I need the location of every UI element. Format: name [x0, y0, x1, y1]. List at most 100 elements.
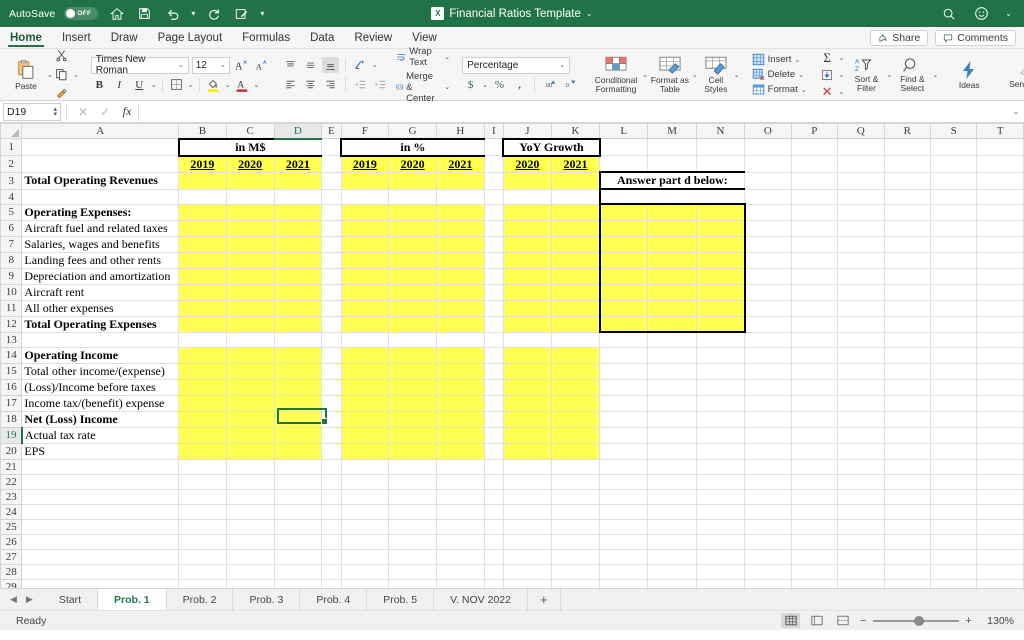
- cell-M9-answer-area[interactable]: [647, 267, 697, 285]
- cell-R5[interactable]: [883, 203, 932, 221]
- cell-M2[interactable]: [647, 155, 697, 173]
- cell-L26[interactable]: [599, 533, 649, 550]
- cell-D14[interactable]: [273, 346, 323, 364]
- formula-bar-expand-icon[interactable]: ⌄: [1008, 107, 1024, 116]
- row-header-11[interactable]: 11: [0, 299, 23, 317]
- cell-I20[interactable]: [483, 442, 504, 460]
- cell-Q14[interactable]: [837, 346, 885, 364]
- cell-L12-answer-area[interactable]: [598, 315, 649, 333]
- cell-M5-answer-area[interactable]: [647, 203, 697, 221]
- row-header-14[interactable]: 14: [0, 346, 23, 364]
- save-icon[interactable]: [135, 4, 154, 23]
- page-layout-icon[interactable]: [807, 613, 826, 628]
- cell-S8[interactable]: [930, 251, 978, 269]
- cell-E2[interactable]: [321, 155, 342, 173]
- shrink-font-button[interactable]: A: [253, 57, 270, 73]
- cell-H29[interactable]: [436, 578, 485, 588]
- cell-C12[interactable]: [225, 315, 275, 333]
- zoom-slider[interactable]: − +: [859, 615, 973, 627]
- cell-C13[interactable]: [225, 331, 275, 348]
- cell-C17[interactable]: [225, 394, 275, 412]
- cell-J2-year[interactable]: 2020: [502, 155, 552, 173]
- cell-L20[interactable]: [599, 442, 649, 460]
- undo-chevron-down-icon[interactable]: ▾: [191, 9, 195, 18]
- row-header-13[interactable]: 13: [0, 331, 23, 348]
- cell-E25[interactable]: [321, 518, 342, 535]
- font-size-select[interactable]: 12 ⌄: [191, 56, 230, 74]
- row-header-21[interactable]: 21: [0, 458, 23, 475]
- cell-G19[interactable]: [388, 426, 437, 444]
- zoom-level-label[interactable]: 130%: [980, 615, 1014, 627]
- cell-Q29[interactable]: [837, 578, 885, 588]
- cell-J25[interactable]: [502, 518, 552, 535]
- cell-C2-year[interactable]: 2020: [225, 155, 275, 173]
- cell-S19[interactable]: [930, 426, 978, 444]
- cell-A14-label[interactable]: Operating Income: [21, 346, 180, 364]
- cell-G8[interactable]: [388, 251, 437, 269]
- cell-F2-year[interactable]: 2019: [340, 155, 390, 173]
- cell-J6[interactable]: [502, 219, 552, 237]
- delete-cells-button[interactable]: Delete ⌄: [752, 68, 807, 81]
- cell-B12[interactable]: [178, 315, 227, 333]
- cell-T27[interactable]: [976, 548, 1024, 565]
- cell-J28[interactable]: [502, 563, 552, 580]
- cell-S6[interactable]: [930, 219, 978, 237]
- increase-decimal-icon[interactable]: .00: [541, 77, 558, 93]
- cell-F1-header-in-pct[interactable]: in %: [339, 137, 485, 157]
- cell-S3[interactable]: [930, 171, 978, 190]
- cell-A22[interactable]: [21, 473, 180, 490]
- cell-G26[interactable]: [388, 533, 437, 550]
- cell-F23[interactable]: [340, 488, 390, 505]
- cell-J27[interactable]: [502, 548, 552, 565]
- cell-L11-answer-area[interactable]: [598, 299, 649, 317]
- cell-N5-answer-area[interactable]: [695, 203, 746, 221]
- underline-button[interactable]: U: [131, 77, 148, 93]
- cell-H7[interactable]: [436, 235, 485, 253]
- cell-K28[interactable]: [550, 563, 601, 580]
- cell-N6-answer-area[interactable]: [695, 219, 746, 237]
- title-chevron-down-icon[interactable]: ⌄: [586, 9, 593, 18]
- cell-J8[interactable]: [502, 251, 552, 269]
- cell-I6[interactable]: [483, 219, 504, 237]
- row-header-4[interactable]: 4: [0, 188, 23, 205]
- cell-L16[interactable]: [599, 378, 649, 396]
- cell-R21[interactable]: [883, 458, 932, 475]
- cell-P17[interactable]: [790, 394, 839, 412]
- cell-D17[interactable]: [273, 394, 323, 412]
- cell-J5[interactable]: [502, 203, 552, 221]
- cell-F15[interactable]: [340, 362, 390, 380]
- cell-Q5[interactable]: [837, 203, 885, 221]
- column-header-A[interactable]: A: [21, 123, 180, 139]
- cell-D13[interactable]: [273, 331, 323, 348]
- cell-N21[interactable]: [695, 458, 746, 475]
- increase-indent-icon[interactable]: [372, 76, 389, 92]
- cell-G3[interactable]: [388, 171, 437, 190]
- cell-C6[interactable]: [225, 219, 275, 237]
- cell-C3[interactable]: [225, 171, 275, 190]
- cell-J22[interactable]: [502, 473, 552, 490]
- cell-I12[interactable]: [483, 315, 504, 333]
- cell-Q2[interactable]: [837, 155, 885, 173]
- cell-Q6[interactable]: [837, 219, 885, 237]
- cell-D7[interactable]: [273, 235, 323, 253]
- cell-T9[interactable]: [976, 267, 1024, 285]
- cell-L18[interactable]: [599, 410, 649, 428]
- cell-Q24[interactable]: [837, 503, 885, 520]
- cell-B6[interactable]: [178, 219, 227, 237]
- cell-C21[interactable]: [225, 458, 275, 475]
- cell-S4[interactable]: [930, 188, 978, 205]
- cell-B16[interactable]: [178, 378, 227, 396]
- formula-input[interactable]: [138, 102, 1008, 121]
- cell-M18[interactable]: [647, 410, 697, 428]
- cell-L24[interactable]: [599, 503, 649, 520]
- cell-K11[interactable]: [550, 299, 601, 317]
- cell-Q27[interactable]: [837, 548, 885, 565]
- cell-R29[interactable]: [883, 578, 932, 588]
- cell-I21[interactable]: [483, 458, 504, 475]
- cell-T29[interactable]: [976, 578, 1024, 588]
- cell-H24[interactable]: [436, 503, 485, 520]
- cell-I11[interactable]: [483, 299, 504, 317]
- cell-J15[interactable]: [502, 362, 552, 380]
- cell-N16[interactable]: [695, 378, 746, 396]
- insert-cells-button[interactable]: Insert ⌄: [752, 53, 807, 66]
